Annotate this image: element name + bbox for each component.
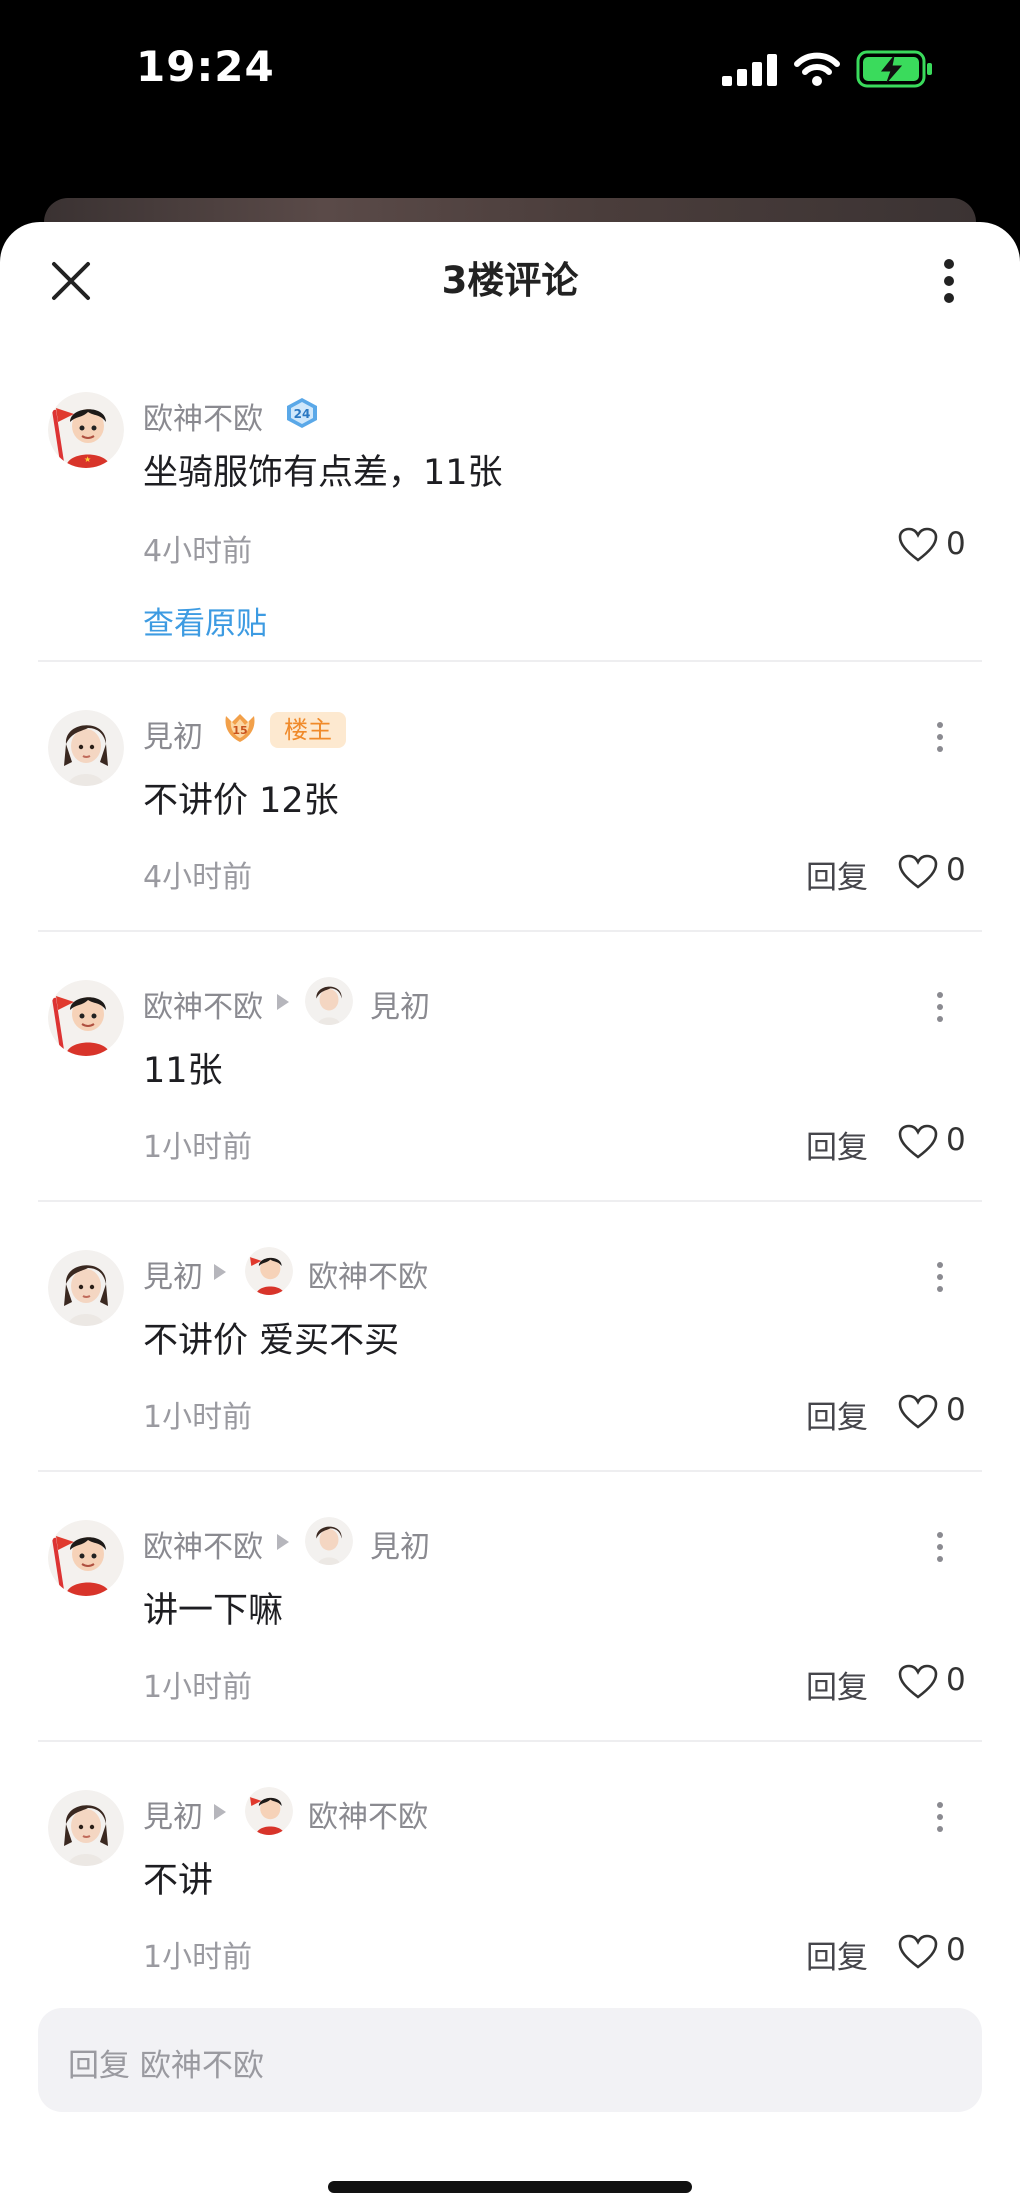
reply-target-avatar[interactable] [245,1787,293,1835]
comment-text: 坐骑服饰有点差，11张 [143,453,503,493]
timestamp: 1小时前 [143,1130,253,1165]
reply-input-placeholder: 回复 欧神不欧 [68,2048,264,2084]
reply-target-avatar[interactable] [305,1517,353,1565]
reply-target-name[interactable]: 欧神不欧 [308,1792,428,1836]
heart-icon[interactable] [898,1664,938,1700]
avatar-girl-icon [305,1517,353,1565]
author-name[interactable]: 欧神不欧 [143,1522,263,1566]
reply-button[interactable]: 回复 [806,1662,868,1707]
avatar-boy-icon [48,980,124,1056]
avatar-girl-icon [48,710,124,786]
timestamp: 1小时前 [143,1670,253,1705]
thread-owner-badge: 楼主 [270,712,346,748]
author-name[interactable]: 見初 [143,1252,203,1296]
level-badge-icon: 15 [225,714,255,742]
comments-sheet: 3楼评论 [0,222,1020,2211]
reply-to-arrow-icon [277,1534,289,1550]
author-name[interactable]: 見初 [143,712,203,756]
comment-more-icon[interactable] [934,990,946,1024]
reply-target-avatar[interactable] [305,977,353,1025]
heart-icon[interactable] [898,1124,938,1160]
timestamp: 1小时前 [143,1400,253,1435]
avatar-girl-icon [305,977,353,1025]
timestamp: 1小时前 [143,1940,253,1975]
battery-icon [856,50,932,88]
reply-button[interactable]: 回复 [806,1122,868,1167]
comment-more-icon[interactable] [934,1260,946,1294]
reply-to-arrow-icon [214,1264,226,1280]
reply-button[interactable]: 回复 [806,1932,868,1977]
page-title: 3楼评论 [441,259,579,302]
avatar-boy-icon [245,1247,293,1295]
author-name[interactable]: 欧神不欧 [143,394,263,438]
like-count: 0 [946,1392,966,1428]
reply-target-name[interactable]: 見初 [370,982,430,1026]
author-name[interactable]: 欧神不欧 [143,982,263,1026]
like-count: 0 [946,1122,966,1158]
view-original-post-link[interactable]: 查看原贴 [143,598,267,643]
reply-target-avatar[interactable] [245,1247,293,1295]
comment-more-icon[interactable] [934,1530,946,1564]
home-indicator [328,2181,692,2193]
comment-text: 不讲 [143,1861,214,1901]
sheet-header: 3楼评论 [0,222,1020,332]
wifi-icon [794,52,840,86]
comment-text: 11张 [143,1051,223,1091]
avatar[interactable] [48,980,124,1056]
like-count: 0 [946,1932,966,1968]
reply-target-name[interactable]: 見初 [370,1522,430,1566]
reply-input[interactable]: 回复 欧神不欧 [38,2008,982,2112]
divider [38,1200,982,1202]
svg-text:★: ★ [84,455,91,464]
reply-to-arrow-icon [277,994,289,1010]
avatar[interactable] [48,1520,124,1596]
avatar-boy-icon [245,1787,293,1835]
more-options-icon[interactable] [934,254,964,308]
avatar[interactable] [48,710,124,786]
status-time: 19:24 [136,42,275,91]
divider [38,1470,982,1472]
divider [38,1740,982,1742]
avatar[interactable]: ★ [48,392,124,468]
reply-button[interactable]: 回复 [806,1392,868,1437]
heart-icon[interactable] [898,1934,938,1970]
reply-button[interactable]: 回复 [806,852,868,897]
like-count: 0 [946,526,966,562]
reply-to-arrow-icon [214,1804,226,1820]
divider [38,930,982,932]
level-badge-icon: 24 [287,398,317,428]
like-count: 0 [946,852,966,888]
comment-text: 讲一下嘛 [143,1591,284,1631]
reply-target-name[interactable]: 欧神不欧 [308,1252,428,1296]
avatar-boy-icon: ★ [48,392,124,468]
author-name[interactable]: 見初 [143,1792,203,1836]
status-bar: 19:24 [0,0,1020,150]
comment-more-icon[interactable] [934,720,946,754]
heart-icon[interactable] [898,1394,938,1430]
avatar-boy-icon [48,1520,124,1596]
svg-text:15: 15 [232,724,247,737]
avatar-girl-icon [48,1790,124,1866]
signal-icon [722,54,777,86]
comment-more-icon[interactable] [934,1800,946,1834]
timestamp: 4小时前 [143,860,253,895]
heart-icon[interactable] [898,527,938,563]
heart-icon[interactable] [898,854,938,890]
avatar[interactable] [48,1250,124,1326]
like-count: 0 [946,1662,966,1698]
divider [38,660,982,662]
avatar-girl-icon [48,1250,124,1326]
comment-text: 不讲价 12张 [143,781,339,821]
avatar[interactable] [48,1790,124,1866]
comment-text: 不讲价 爱买不买 [143,1321,400,1361]
timestamp: 4小时前 [143,534,253,569]
svg-text:24: 24 [294,407,311,421]
